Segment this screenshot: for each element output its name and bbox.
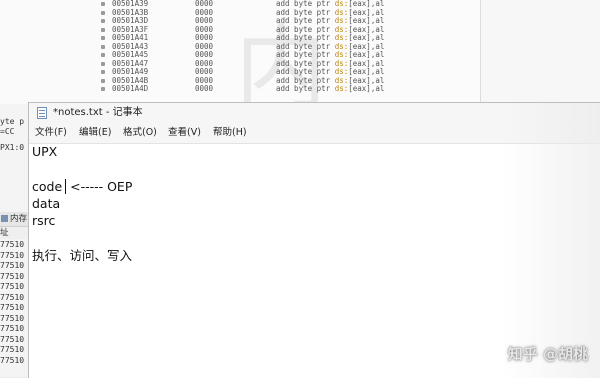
memory-row[interactable]: 77510 — [0, 345, 30, 356]
memory-row[interactable]: 77510 — [0, 272, 30, 283]
debugger-right-pane — [481, 0, 600, 104]
memory-row[interactable]: 77510 — [0, 261, 30, 272]
memory-address-column-header: 址 — [0, 227, 30, 239]
menu-format[interactable]: 格式(O) — [123, 126, 157, 140]
breakpoint-marker-icon — [101, 70, 105, 74]
debugger-left-pane — [0, 0, 101, 104]
zhihu-watermark: 知乎 @胡桃 — [507, 345, 588, 363]
text-line: UPX — [32, 144, 58, 159]
memory-row[interactable]: 77510 — [0, 335, 30, 346]
text-cursor — [65, 179, 66, 194]
notepad-icon — [37, 107, 47, 119]
breakpoint-marker-icon — [101, 19, 105, 23]
breakpoint-marker-icon — [101, 10, 105, 15]
memory-tab[interactable]: 内存 — [0, 212, 30, 227]
breakpoint-marker-icon — [101, 36, 105, 40]
window-edge-shade — [501, 103, 600, 378]
breakpoint-marker-icon — [101, 78, 105, 83]
text-line: data — [32, 196, 61, 211]
memory-row[interactable]: 77510 — [0, 282, 30, 293]
notepad-window: *notes.txt - 记事本 文件(F) 编辑(E) 格式(O) 查看(V)… — [28, 102, 600, 378]
memory-row[interactable]: 77510 — [0, 293, 30, 304]
memory-row[interactable]: 77510 — [0, 303, 30, 314]
memory-row[interactable]: 77510 — [0, 251, 30, 262]
info-pane-text: PX1:0 — [0, 143, 25, 152]
breakpoint-marker-icon — [101, 61, 105, 66]
menu-help[interactable]: 帮助(H) — [213, 126, 247, 140]
info-pane-text: =CC — [0, 127, 15, 136]
menu-view[interactable]: 查看(V) — [168, 126, 201, 140]
breakpoint-marker-icon — [101, 44, 105, 49]
text-line: 执行、访问、写入 — [32, 248, 133, 263]
memory-row[interactable]: 77510 — [0, 314, 30, 325]
info-pane-text: yte p — [0, 117, 25, 126]
memory-icon — [1, 215, 8, 222]
memory-row[interactable]: 77510 — [0, 356, 30, 367]
breakpoint-marker-icon — [101, 2, 105, 6]
memory-row[interactable]: 77510 — [0, 324, 30, 335]
window-title: *notes.txt - 记事本 — [53, 107, 143, 118]
breakpoint-marker-icon — [101, 87, 105, 91]
breakpoint-marker-icon — [101, 27, 105, 32]
breakpoint-marker-icon — [101, 53, 105, 57]
memory-row[interactable]: 77510 — [0, 240, 30, 251]
text-line: code <----- OEP — [32, 179, 133, 194]
menu-edit[interactable]: 编辑(E) — [79, 126, 111, 140]
menu-file[interactable]: 文件(F) — [35, 126, 67, 140]
text-line: rsrc — [32, 213, 56, 228]
